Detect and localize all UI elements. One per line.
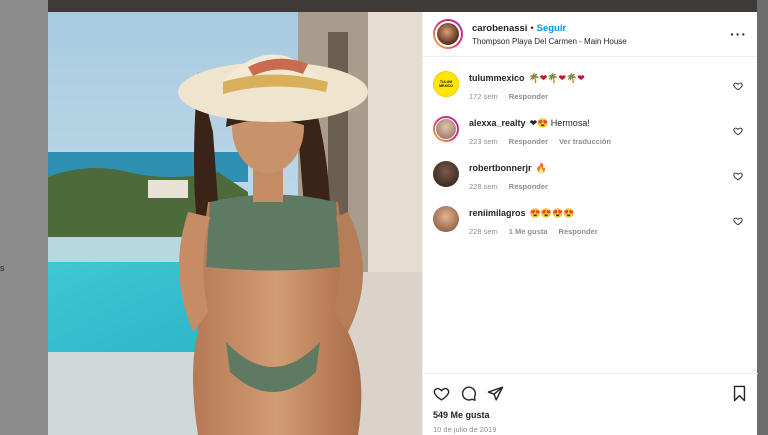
commenter-avatar[interactable] [433,161,459,187]
author-avatar[interactable] [433,19,463,49]
backdrop-left [0,0,48,435]
like-comment-heart-icon[interactable] [733,171,743,181]
backdrop-text: s [0,263,5,273]
comment-line: tulummexico 🌴❤🌴❤🌴❤ [469,72,747,84]
commenter-username[interactable]: tulummexico [469,73,525,83]
like-heart-icon[interactable] [433,385,450,402]
header-text: carobenassi • Seguir Thompson Playa Del Ca… [472,20,730,48]
reply-button[interactable]: Responder [559,227,598,236]
comment-time[interactable]: 172 sem [469,92,498,101]
post-location[interactable]: Thompson Playa Del Carmen - Main House [472,35,730,48]
comment-line: alexxa_realty ❤😍 Hermosa! [469,117,747,129]
follow-button[interactable]: Seguir [537,23,567,34]
comment-meta: 223 sem Responder Ver traducción [469,137,747,146]
comment-body: tulummexico 🌴❤🌴❤🌴❤ 172 sem Responder [469,69,747,101]
comment-time[interactable]: 228 sem [469,227,498,236]
comment-bubble-icon[interactable] [460,385,477,402]
save-bookmark-icon[interactable] [731,385,748,402]
comment-text: 🌴❤🌴❤🌴❤ [528,73,585,83]
comment-time[interactable]: 228 sem [469,182,498,191]
like-comment-heart-icon[interactable] [733,126,743,136]
comment-body: robertbonnerjr 🔥 228 sem Responder [469,159,747,191]
comment-meta: 228 sem 1 Me gusta Responder [469,227,747,236]
reply-button[interactable]: Responder [509,137,548,146]
separator-dot: • [530,23,534,33]
comment-time[interactable]: 223 sem [469,137,498,146]
post-photo[interactable] [48,12,422,435]
comment-text: 🔥 [535,163,547,173]
photo-illustration [48,12,422,435]
comment-meta: 172 sem Responder [469,92,747,101]
comment-item: reniimilagros 😍😍😍😍 228 sem 1 Me gusta Respo… [433,204,747,249]
comment-line: reniimilagros 😍😍😍😍 [469,207,747,219]
share-send-icon[interactable] [487,385,504,402]
post-header: carobenassi • Seguir Thompson Playa Del Ca… [423,12,757,57]
backdrop-right [757,0,768,435]
likes-count[interactable]: 549 Me gusta [433,410,748,420]
comment-body: reniimilagros 😍😍😍😍 228 sem 1 Me gusta Respo… [469,204,747,236]
author-username[interactable]: carobenassi [472,23,527,34]
commenter-username[interactable]: reniimilagros [469,208,526,218]
reply-button[interactable]: Responder [509,92,548,101]
comment-item: robertbonnerjr 🔥 228 sem Responder [433,159,747,204]
reply-button[interactable]: Responder [509,182,548,191]
comment-item: TULUM MEXICO tulummexico 🌴❤🌴❤🌴❤ 172 sem Re… [433,69,747,114]
like-comment-heart-icon[interactable] [733,216,743,226]
post-modal: carobenassi • Seguir Thompson Playa Del Ca… [48,12,758,435]
backdrop-top [48,0,768,12]
comment-likes-count[interactable]: 1 Me gusta [509,227,548,236]
see-translation-button[interactable]: Ver traducción [559,137,611,146]
comment-body: alexxa_realty ❤😍 Hermosa! 223 sem Responde… [469,114,747,146]
avatar-logo-text: TULUM MEXICO [439,80,453,88]
commenter-avatar[interactable] [433,116,459,142]
comment-text: 😍😍😍😍 [529,208,575,218]
more-options-icon[interactable]: ··· [730,26,747,42]
commenter-avatar[interactable]: TULUM MEXICO [433,71,459,97]
commenter-username[interactable]: alexxa_realty [469,118,526,128]
comment-item: alexxa_realty ❤😍 Hermosa! 223 sem Responde… [433,114,747,159]
comment-text: ❤😍 Hermosa! [529,118,590,128]
comments-list: TULUM MEXICO tulummexico 🌴❤🌴❤🌴❤ 172 sem Re… [423,57,757,249]
post-footer: 549 Me gusta 10 de julio de 2019 [423,373,758,435]
post-date[interactable]: 10 de julio de 2019 [433,425,748,434]
like-comment-heart-icon[interactable] [733,81,743,91]
commenter-username[interactable]: robertbonnerjr [469,163,532,173]
comment-line: robertbonnerjr 🔥 [469,162,747,174]
commenter-avatar[interactable] [433,206,459,232]
commenter-avatar-image [435,118,457,140]
action-bar [433,382,748,404]
comment-meta: 228 sem Responder [469,182,747,191]
author-avatar-image [435,21,461,47]
comments-panel: carobenassi • Seguir Thompson Playa Del Ca… [422,12,758,435]
